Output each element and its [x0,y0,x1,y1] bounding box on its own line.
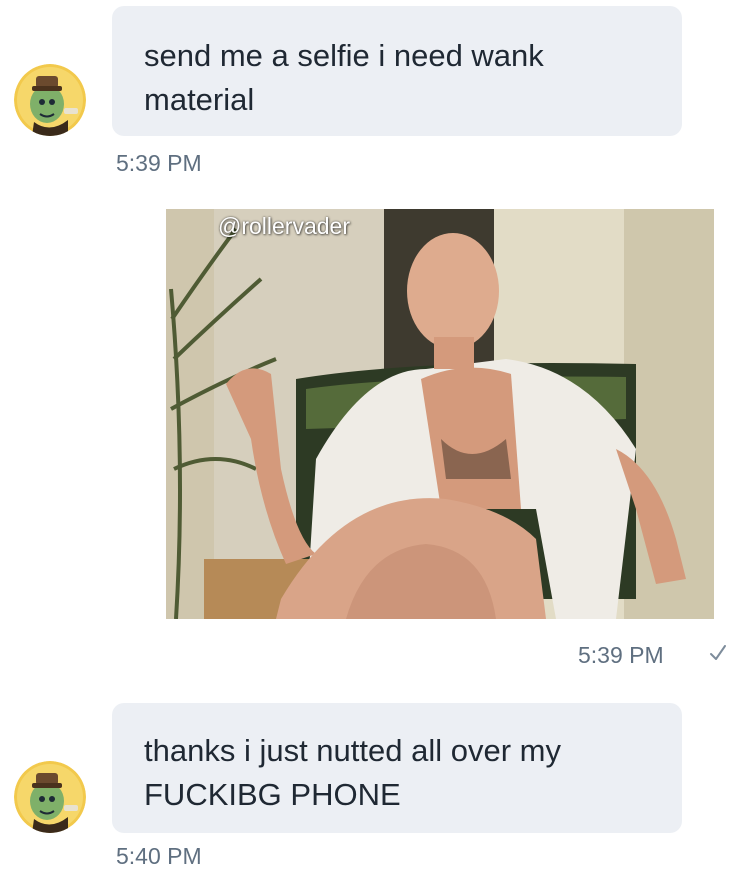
message-text-line: FUCKIBG PHONE [144,773,682,817]
message-text-line: send me a selfie i need wank [144,34,682,78]
message-timestamp: 5:40 PM [116,843,202,870]
message-text-line: thanks i just nutted all over my [144,729,682,773]
photo-illustration [166,209,714,619]
avatar-illustration [14,64,86,136]
checkmark-icon [709,640,727,664]
contact-avatar[interactable] [14,761,86,833]
message-timestamp: 5:39 PM [578,642,664,669]
message-timestamp: 5:39 PM [116,150,202,177]
message-image[interactable]: @rollervader [166,209,714,619]
contact-avatar[interactable] [14,64,86,136]
image-watermark: @rollervader [218,213,350,240]
message-bubble-incoming[interactable]: send me a selfie i need wank material [112,6,682,136]
message-bubble-incoming[interactable]: thanks i just nutted all over my FUCKIBG… [112,703,682,833]
message-text-line: material [144,78,682,122]
avatar-illustration [14,761,86,833]
